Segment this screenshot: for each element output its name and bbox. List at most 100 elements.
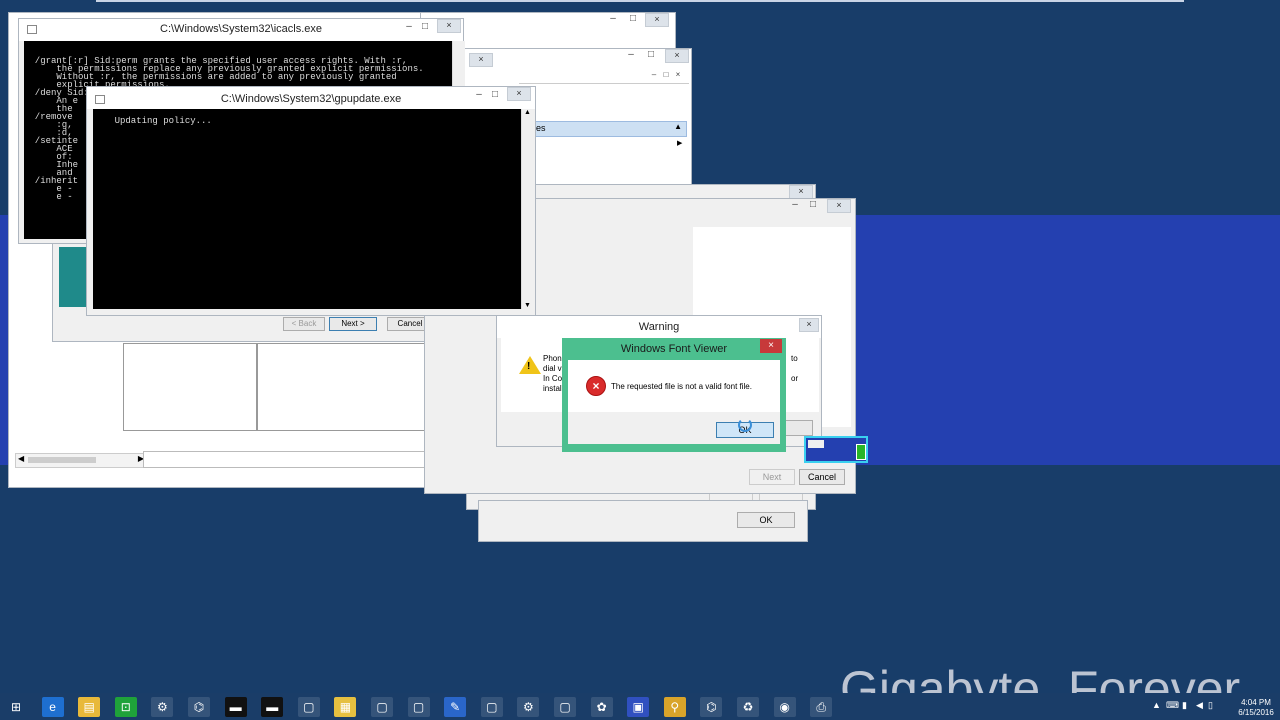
clock-date: 6/15/2016 — [1238, 708, 1274, 717]
cmd-icon[interactable]: ▬ — [224, 697, 247, 717]
collapse-icon[interactable]: ▲ — [674, 122, 682, 131]
store-icon[interactable]: ⊡ — [114, 697, 137, 717]
warning-text-0: Phon — [543, 354, 562, 363]
warning-text-2: In Co — [543, 374, 563, 383]
scroll-down-icon[interactable]: ▼ — [524, 302, 531, 309]
gpupdate-titlebar[interactable]: C:\Windows\System32\gpupdate.exe – □ × — [87, 87, 535, 109]
close-icon[interactable]: × — [469, 53, 493, 67]
explorer-hscroll[interactable]: ◀ ▶ — [15, 453, 147, 468]
colors-icon[interactable]: ✿ — [590, 697, 613, 717]
maximize-icon[interactable]: □ — [807, 199, 819, 211]
tray-up-icon[interactable]: ▲ — [1152, 700, 1161, 710]
internet-explorer-icon[interactable]: e — [41, 697, 64, 717]
printer-icon[interactable]: ⎙ — [810, 697, 833, 717]
wizard-image — [59, 247, 89, 307]
warning-icon-mark: ! — [527, 361, 531, 372]
keyboard-icon[interactable]: ⌨ — [1166, 700, 1179, 711]
font-viewer-message: The requested file is not a valid font f… — [611, 382, 752, 391]
settings-icon[interactable]: ⚙ — [517, 697, 540, 717]
close-icon[interactable]: × — [507, 87, 531, 101]
gpupdate-status-text: Updating policy... — [114, 116, 212, 126]
calculator-icon[interactable]: ▦ — [334, 697, 357, 717]
scroll-left-icon[interactable]: ◀ — [18, 454, 24, 463]
icacls-titlebar[interactable]: C:\Windows\System32\icacls.exe – □ × — [19, 19, 463, 41]
clock[interactable]: 4:04 PM 6/15/2016 — [1234, 698, 1278, 718]
warning-fragment-0: to — [791, 354, 798, 363]
display-icon[interactable]: ▣ — [627, 697, 650, 717]
clock-time: 4:04 PM — [1241, 698, 1271, 707]
warning-titlebar[interactable]: Warning × — [497, 316, 821, 338]
minimize-icon[interactable]: – — [473, 89, 485, 101]
recycle-icon[interactable]: ♻ — [737, 697, 759, 717]
scroll-thumb[interactable] — [28, 457, 96, 463]
ok-dialog: OK — [478, 500, 808, 542]
paint-icon[interactable]: ✎ — [444, 697, 467, 717]
restore-icon[interactable]: □ — [661, 69, 671, 81]
close-icon[interactable]: × — [789, 185, 813, 199]
window-icon[interactable]: ▢ — [297, 697, 320, 717]
font-viewer-dialog: Windows Font Viewer × × The requested fi… — [562, 338, 786, 452]
scroll-up-icon[interactable]: ▲ — [524, 109, 531, 116]
close-icon[interactable]: × — [673, 69, 683, 81]
close-icon[interactable]: × — [665, 49, 689, 63]
font-viewer-footer: OK — [568, 412, 780, 444]
maximize-icon[interactable]: □ — [489, 89, 501, 101]
highlight-box-inner — [808, 440, 824, 448]
maximize-icon[interactable]: □ — [627, 13, 639, 25]
font-viewer-body: × The requested file is not a valid font… — [568, 360, 780, 412]
green-indicator — [856, 444, 866, 460]
power-icon[interactable]: ▯ — [1208, 700, 1213, 711]
close-icon[interactable]: × — [827, 199, 851, 213]
font-viewer-title: Windows Font Viewer — [620, 343, 728, 355]
minimize-icon[interactable]: – — [789, 199, 801, 211]
gpupdate-window: C:\Windows\System32\gpupdate.exe – □ × U… — [86, 86, 536, 316]
explorer-pane-left — [123, 343, 257, 431]
back-button[interactable]: < Back — [283, 317, 325, 331]
highlight-box — [804, 436, 868, 463]
next-button[interactable]: Next — [749, 469, 795, 485]
file-explorer-icon[interactable]: ▤ — [78, 697, 101, 717]
error-icon: × — [586, 376, 606, 396]
control-panel-icon[interactable]: ⚙ — [151, 697, 174, 717]
window-icon[interactable]: ▢ — [407, 697, 430, 717]
minimize-icon[interactable]: – — [625, 49, 637, 61]
network-icon[interactable]: ⌬ — [700, 697, 723, 717]
warning-text-3: instal — [543, 384, 562, 393]
volume-icon[interactable]: ◀ — [1196, 700, 1203, 711]
minimize-icon[interactable]: – — [403, 21, 415, 33]
desktop-topline — [96, 0, 1184, 2]
window-icon[interactable]: ▢ — [480, 697, 503, 717]
media-icon[interactable]: ◉ — [773, 697, 796, 717]
icacls-title: C:\Windows\System32\icacls.exe — [160, 23, 322, 35]
close-icon[interactable]: × — [799, 318, 819, 332]
mmc-toolbar: – □ × — [519, 69, 689, 84]
tray: ▲ ⌨ ▮ ◀ ▯ 4:04 PM 6/15/2016 — [1150, 698, 1280, 718]
cancel-button[interactable]: Cancel — [799, 469, 845, 485]
gpupdate-scrollbar[interactable]: ▲ ▼ — [521, 109, 534, 309]
window-icon[interactable]: ▢ — [371, 697, 393, 717]
cmd-icon[interactable]: ▬ — [261, 697, 284, 717]
warning-title: Warning — [638, 321, 680, 333]
next-button[interactable]: Next > — [329, 317, 377, 331]
minimize-icon[interactable]: – — [607, 13, 619, 25]
close-icon[interactable]: × — [645, 13, 669, 27]
windows-logo-icon[interactable]: ⊞ — [5, 697, 27, 717]
mmc-selected-item[interactable]: es ▲ — [533, 121, 687, 137]
minimize-icon[interactable]: – — [649, 69, 659, 81]
mmc-selected-label: es — [536, 123, 546, 133]
network-icon[interactable]: ⌬ — [188, 697, 210, 717]
network-tray-icon[interactable]: ▮ — [1182, 700, 1187, 711]
expand-icon[interactable]: ▶ — [677, 139, 682, 147]
warning-fragment-1: or — [791, 374, 799, 383]
gpupdate-title: C:\Windows\System32\gpupdate.exe — [220, 93, 402, 105]
warning-text-1: dial v — [543, 364, 562, 373]
search-icon[interactable]: ⚲ — [663, 697, 686, 717]
maximize-icon[interactable]: □ — [645, 49, 657, 61]
gpupdate-console-output: Updating policy... — [93, 109, 521, 309]
ok-button[interactable]: OK — [737, 512, 795, 528]
maximize-icon[interactable]: □ — [419, 21, 431, 33]
window-icon[interactable]: ▢ — [554, 697, 576, 717]
close-icon[interactable]: × — [760, 339, 782, 353]
close-icon[interactable]: × — [437, 19, 461, 33]
explorer-address-field[interactable] — [143, 451, 427, 468]
